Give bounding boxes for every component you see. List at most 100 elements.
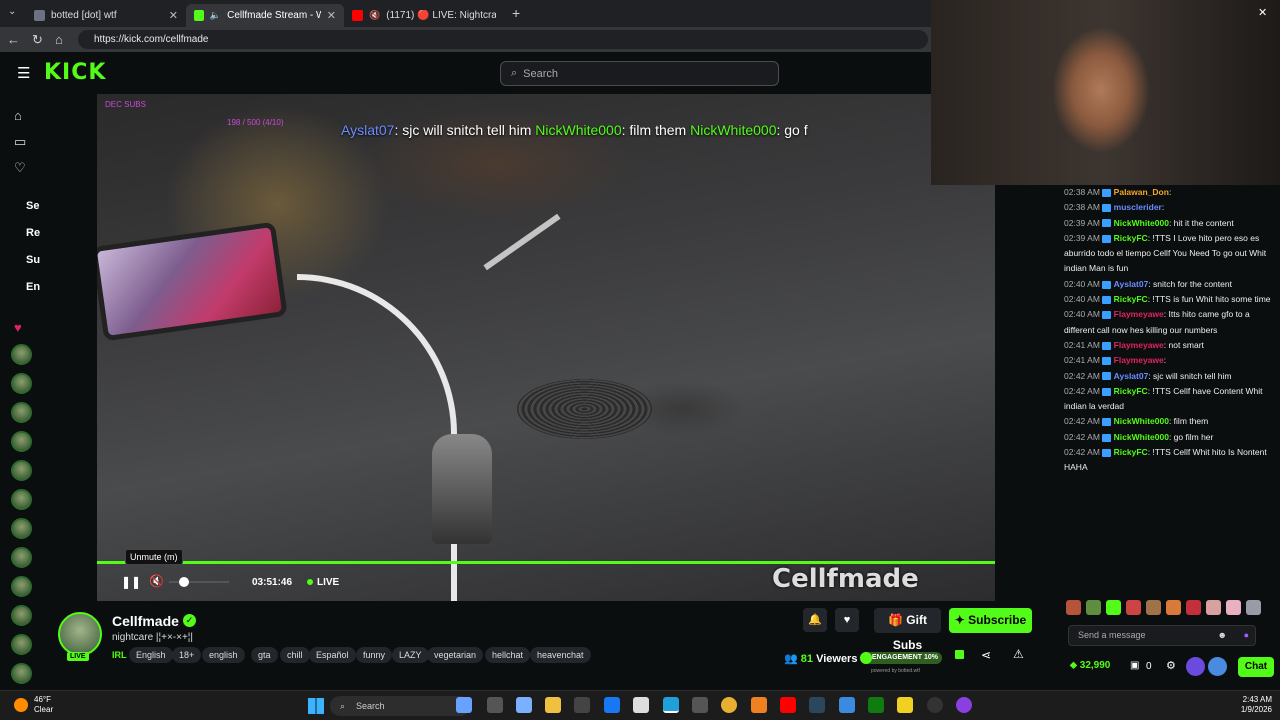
followed-channel-avatar[interactable] <box>11 605 32 626</box>
chat-username[interactable]: NickWhite000 <box>1114 432 1169 442</box>
emote-icon[interactable] <box>1226 600 1241 615</box>
close-icon[interactable]: ✕ <box>327 9 336 22</box>
sidebar-item-label[interactable]: Re <box>26 227 40 239</box>
muted-volume-icon[interactable]: 🔇 <box>149 574 164 588</box>
tag[interactable]: hellchat <box>485 647 531 663</box>
notification-bell-icon[interactable]: 🔔 <box>803 608 827 632</box>
followed-channel-avatar[interactable] <box>11 663 32 684</box>
subscribe-button[interactable]: ✦ Subscribe <box>949 608 1032 633</box>
emote-icon[interactable] <box>1146 600 1161 615</box>
share-icon[interactable]: ⋖ <box>981 648 991 662</box>
emote-icon[interactable] <box>1126 600 1141 615</box>
followed-channel-avatar[interactable] <box>11 431 32 452</box>
tab-cellfmade[interactable]: 🔈 Cellfmade Stream - Watch Li ✕ <box>186 4 344 27</box>
reload-icon[interactable]: ↻ <box>32 32 43 48</box>
stream-category[interactable]: IRL <box>112 650 127 660</box>
emoji-picker-icon[interactable]: ☻ <box>1218 626 1227 645</box>
window-close-icon[interactable]: ✕ <box>1258 6 1267 19</box>
streamer-avatar[interactable] <box>58 612 102 656</box>
amazon-icon[interactable] <box>633 697 649 713</box>
notes-icon[interactable] <box>897 697 913 713</box>
youtube-icon[interactable] <box>780 697 796 713</box>
followed-channel-avatar[interactable] <box>11 460 32 481</box>
heart-icon[interactable]: ♡ <box>14 160 26 176</box>
app-icon[interactable] <box>839 697 855 713</box>
chat-username[interactable]: Ayslat07 <box>1114 279 1149 289</box>
steam-icon[interactable] <box>809 697 825 713</box>
video-progress-bar[interactable] <box>97 561 995 564</box>
copilot-app-icon[interactable] <box>516 697 532 713</box>
emote-icon[interactable] <box>1186 600 1201 615</box>
chrome-icon[interactable] <box>721 697 737 713</box>
gift-subs-button[interactable]: 🎁 Gift Subs <box>874 608 941 652</box>
chat-username[interactable]: NickWhite000 <box>1114 218 1169 228</box>
followed-channel-avatar[interactable] <box>11 547 32 568</box>
new-tab-button[interactable]: + <box>512 5 520 21</box>
tag[interactable]: LAZY <box>392 647 429 663</box>
followed-channel-avatar[interactable] <box>11 344 32 365</box>
pause-icon[interactable]: ❚❚ <box>121 575 141 589</box>
browse-icon[interactable]: ▭ <box>14 134 26 150</box>
search-input[interactable]: ⌕ Search <box>500 61 779 86</box>
tab-botted[interactable]: botted [dot] wtf ✕ <box>26 4 186 27</box>
followed-channel-avatar[interactable] <box>11 518 32 539</box>
sidebar-item-label[interactable]: Su <box>26 254 40 266</box>
app-circle-icon[interactable] <box>956 697 972 713</box>
bttv-icon[interactable] <box>1208 657 1227 676</box>
tag[interactable]: 18+ <box>172 647 202 663</box>
tag[interactable]: Español <box>309 647 356 663</box>
tag[interactable]: English <box>129 647 173 663</box>
followed-channel-avatar[interactable] <box>11 634 32 655</box>
chat-username[interactable]: RickyFC <box>1114 386 1148 396</box>
store-icon[interactable] <box>574 697 590 713</box>
followed-channel-avatar[interactable] <box>11 373 32 394</box>
lock-icon[interactable]: ▣ <box>1130 660 1139 671</box>
emote-picker-icon[interactable]: ● <box>1244 626 1249 645</box>
sidebar-item-label[interactable]: En <box>26 281 40 293</box>
emote-icon[interactable] <box>1086 600 1101 615</box>
channel-points[interactable]: ⬥ 32,990 <box>1070 660 1110 671</box>
url-field[interactable]: https://kick.com/cellfmade <box>78 30 928 49</box>
followed-channel-avatar[interactable] <box>11 402 32 423</box>
video-player[interactable]: DEC SUBS 198 / 500 (4/10) Ayslat07: sjc … <box>97 94 995 601</box>
chat-send-button[interactable]: Chat <box>1238 657 1274 677</box>
volume-slider[interactable] <box>169 581 229 583</box>
volume-slider-knob[interactable] <box>179 577 189 587</box>
tag[interactable]: heavenchat <box>530 647 591 663</box>
taskbar-search[interactable]: ⌕ Search <box>330 696 470 716</box>
7tv-icon[interactable] <box>1186 657 1205 676</box>
calculator-icon[interactable] <box>692 697 708 713</box>
followed-channel-avatar[interactable] <box>11 489 32 510</box>
emote-icon[interactable] <box>1206 600 1221 615</box>
tag[interactable]: gta <box>251 647 278 663</box>
hamburger-menu-icon[interactable]: ☰ <box>17 64 30 82</box>
tag[interactable]: chill <box>280 647 310 663</box>
kick-logo[interactable]: KICK <box>44 60 106 85</box>
chat-username[interactable]: musclerider <box>1114 202 1162 212</box>
tab-list-chevron-icon[interactable]: ⌄ <box>8 6 16 17</box>
taskbar-clock[interactable]: 2:43 AM 1/9/2026 <box>1228 695 1272 715</box>
tab-youtube[interactable]: 🔇 (1171) 🔴 LIVE: Nightcrawl | L <box>344 4 506 27</box>
start-windows-icon[interactable] <box>308 698 324 714</box>
followed-channel-avatar[interactable] <box>11 576 32 597</box>
streamer-name[interactable]: Cellfmade <box>112 613 179 629</box>
emote-icon[interactable] <box>1106 600 1121 615</box>
weather-widget[interactable]: 46°F Clear <box>34 695 53 715</box>
follow-heart-icon[interactable]: ♥ <box>835 608 859 632</box>
clip-icon[interactable] <box>955 650 964 659</box>
chat-username[interactable]: RickyFC <box>1114 294 1148 304</box>
tag[interactable]: english <box>202 647 245 663</box>
emote-icon[interactable] <box>1166 600 1181 615</box>
facebook-icon[interactable] <box>604 697 620 713</box>
chat-input[interactable]: Send a message ☻ ● <box>1068 625 1256 646</box>
chat-username[interactable]: Flaymeyawe <box>1114 309 1164 319</box>
task-view-icon[interactable] <box>487 697 503 713</box>
report-icon[interactable]: ⚠ <box>1013 647 1024 661</box>
chat-username[interactable]: Palawan_Don <box>1114 187 1169 197</box>
copilot-icon[interactable] <box>456 697 472 713</box>
obs-icon[interactable] <box>927 697 943 713</box>
tag[interactable]: vegetarian <box>427 647 484 663</box>
weather-icon[interactable] <box>14 698 28 712</box>
sidebar-item-label[interactable]: Se <box>26 200 39 212</box>
chat-username[interactable]: RickyFC <box>1114 447 1148 457</box>
